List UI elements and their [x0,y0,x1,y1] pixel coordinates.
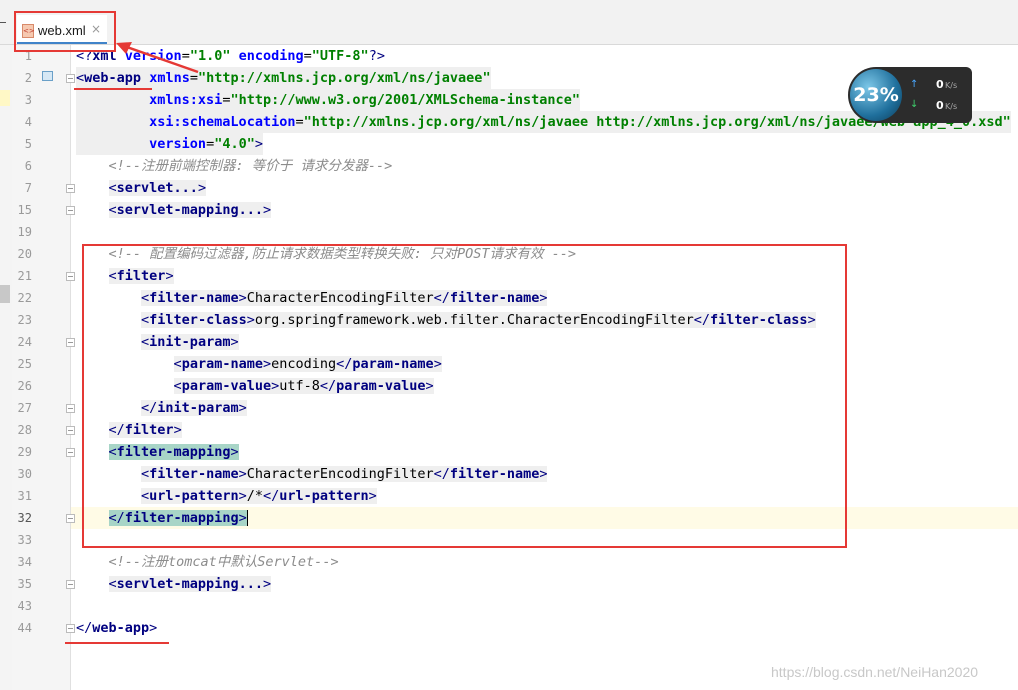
annotation-underline-web-app [74,88,152,90]
line-number: 27 [17,401,32,415]
line-number: 2 [24,71,32,85]
download-unit: K/s [945,102,958,111]
line-number: 28 [17,423,32,437]
code-line-44[interactable]: </web-app> [76,617,157,639]
code-line-35[interactable]: <servlet-mapping...> [76,573,272,595]
fold-icon[interactable] [66,74,75,83]
network-monitor-widget[interactable]: 23% ↑ 0 K/s ↓ 0 K/s [848,67,972,123]
line-number: 30 [17,467,32,481]
fold-icon[interactable] [66,448,75,457]
fold-icon[interactable] [66,206,75,215]
line-number: 25 [17,357,32,371]
fold-icon[interactable] [66,426,75,435]
line-number: 43 [17,599,32,613]
code-line-3[interactable]: xmlns:xsi="http://www.w3.org/2001/XMLSch… [76,89,580,111]
line-number: 34 [17,555,32,569]
download-value: 0 [936,99,944,112]
upload-unit: K/s [945,81,958,90]
line-number: 4 [24,115,32,129]
globe-icon: 23% [850,69,902,121]
watermark: https://blog.csdn.net/NeiHan2020 [771,664,979,680]
annotation-arrow [116,42,199,74]
code-line-34[interactable]: <!--注册tomcat中默认Servlet--> [76,551,339,573]
annotation-box-tab [14,11,116,52]
upload-value: 0 [936,78,944,91]
gutter-divider [70,45,71,690]
line-number: 6 [24,159,32,173]
fold-icon[interactable] [66,580,75,589]
download-arrow-icon: ↓ [910,99,919,110]
line-number: 15 [17,203,32,217]
tabbar-left-mark [0,22,6,23]
line-number: 19 [17,225,32,239]
fold-icon[interactable] [66,624,75,633]
annotation-box-filter [82,244,847,548]
line-number: 31 [17,489,32,503]
line-number: 7 [24,181,32,195]
annotation-underline-end-web-app [65,642,169,644]
fold-icon[interactable] [66,184,75,193]
code-line-7[interactable]: <servlet...> [76,177,207,199]
line-number: 23 [17,313,32,327]
fold-icon[interactable] [66,404,75,413]
fold-icon[interactable] [66,514,75,523]
code-line-6[interactable]: <!--注册前端控制器: 等价于 请求分发器--> [76,155,393,177]
cpu-percent: 23% [853,84,899,106]
line-number: 24 [17,335,32,349]
bookmark-icon[interactable] [42,71,53,81]
line-number: 26 [17,379,32,393]
line-number: 21 [17,269,32,283]
line-number: 5 [24,137,32,151]
line-number: 35 [17,577,32,591]
line-number: 20 [17,247,32,261]
code-line-15[interactable]: <servlet-mapping...> [76,199,272,221]
line-number: 44 [17,621,32,635]
line-number: 3 [24,93,32,107]
line-number: 22 [17,291,32,305]
upload-arrow-icon: ↑ [910,79,919,90]
line-number: 32 [17,511,32,525]
line-number: 33 [17,533,32,547]
fold-icon[interactable] [66,338,75,347]
code-line-5[interactable]: version="4.0"> [76,133,263,155]
line-number: 29 [17,445,32,459]
fold-icon[interactable] [66,272,75,281]
